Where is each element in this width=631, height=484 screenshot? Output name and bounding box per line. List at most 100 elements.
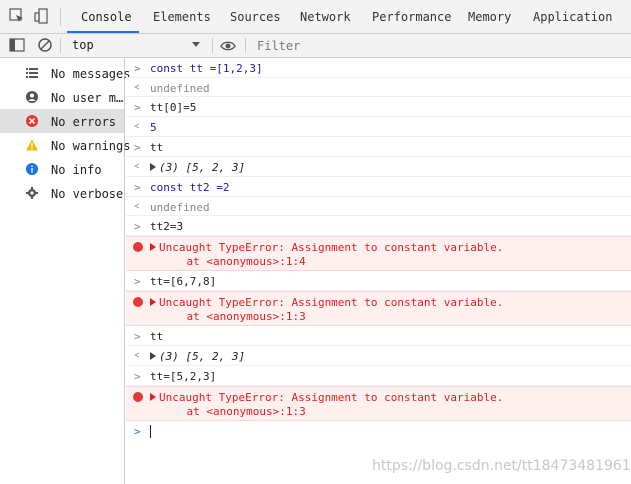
console-error-row[interactable]: Uncaught TypeError: Assignment to consta… xyxy=(126,236,631,271)
sidebar-item-verbose[interactable]: No verbose xyxy=(0,181,124,205)
input-chevron-icon: > xyxy=(134,101,141,114)
gear-icon xyxy=(26,187,38,199)
console-result-row: undefined xyxy=(126,197,631,216)
context-label: top xyxy=(72,38,94,52)
context-selector[interactable]: top xyxy=(64,36,206,54)
list-icon xyxy=(26,68,38,78)
tab-application[interactable]: Application xyxy=(533,10,612,24)
console-output[interactable]: > const tt =[1,2,3] undefined > tt[0]=5 … xyxy=(126,58,631,484)
input-chevron-icon: > xyxy=(134,181,141,194)
tab-separator xyxy=(60,8,61,26)
prompt-chevron-icon: > xyxy=(134,425,141,438)
sidebar-item-label: No warnings xyxy=(51,139,131,153)
tab-elements[interactable]: Elements xyxy=(153,10,211,24)
input-chevron-icon: > xyxy=(134,370,141,383)
warning-icon xyxy=(26,139,38,151)
clear-console-icon[interactable] xyxy=(37,37,53,53)
console-result-text: undefined xyxy=(150,82,210,95)
console-input-row: > const tt =[1,2,3] xyxy=(126,58,631,78)
toolbar-separator xyxy=(245,38,246,53)
error-location[interactable]: at <anonymous>:1:3 xyxy=(160,405,305,418)
sidebar-item-label: No errors xyxy=(51,115,117,129)
console-input-text: tt2=3 xyxy=(150,220,184,233)
console-input-row: > tt[0]=5 xyxy=(126,97,631,117)
console-toolbar: top Filter xyxy=(0,34,631,58)
text-cursor xyxy=(150,425,151,438)
error-icon xyxy=(133,392,143,402)
toolbar-separator xyxy=(60,38,61,53)
filter-input[interactable]: Filter xyxy=(250,37,620,54)
result-arrow-icon xyxy=(133,84,140,90)
tab-console[interactable]: Console xyxy=(81,10,132,24)
error-location[interactable]: at <anonymous>:1:4 xyxy=(160,255,305,268)
expand-triangle-icon[interactable] xyxy=(150,298,156,306)
console-input-text: tt xyxy=(150,330,164,343)
eye-icon[interactable] xyxy=(220,38,236,54)
sidebar-toggle-icon[interactable] xyxy=(9,37,25,53)
error-location[interactable]: at <anonymous>:1:3 xyxy=(160,310,305,323)
error-message[interactable]: Uncaught TypeError: Assignment to consta… xyxy=(150,241,503,254)
console-error-row[interactable]: Uncaught TypeError: Assignment to consta… xyxy=(126,386,631,421)
tab-sources[interactable]: Sources xyxy=(230,10,281,24)
console-error-row[interactable]: Uncaught TypeError: Assignment to consta… xyxy=(126,291,631,326)
console-input-row: > tt xyxy=(126,326,631,346)
input-chevron-icon: > xyxy=(134,62,141,75)
result-arrow-icon xyxy=(133,163,140,169)
console-input-text: const tt2 =2 xyxy=(150,181,230,194)
console-result-row: undefined xyxy=(126,78,631,97)
console-result-text: 5 xyxy=(150,121,157,134)
expand-triangle-icon[interactable] xyxy=(150,393,156,401)
console-result-text: undefined xyxy=(150,201,210,214)
sidebar-item-label: No messages xyxy=(51,67,131,81)
expand-triangle-icon[interactable] xyxy=(150,352,156,360)
console-result-row[interactable]: (3) [5, 2, 3] xyxy=(126,157,631,177)
console-input-text: tt[0]=5 xyxy=(150,101,197,114)
input-chevron-icon: > xyxy=(134,275,141,288)
device-toolbar-icon[interactable] xyxy=(34,8,50,24)
sidebar-item-label: No user m… xyxy=(51,91,124,105)
active-tab-indicator xyxy=(67,31,139,33)
console-input-row: > tt=[5,2,3] xyxy=(126,366,631,386)
error-text: Uncaught TypeError: Assignment to consta… xyxy=(159,241,504,254)
error-icon xyxy=(133,242,143,252)
console-input-text: const tt =[1,2,3] xyxy=(150,62,263,75)
array-preview: (3) [5, 2, 3] xyxy=(159,161,246,174)
console-prompt[interactable]: > xyxy=(126,421,631,443)
sidebar-item-label: No verbose xyxy=(51,187,124,201)
sidebar-item-warnings[interactable]: No warnings xyxy=(0,133,130,157)
result-arrow-icon xyxy=(133,123,140,129)
devtools-tabbar: Console Elements Sources Network Perform… xyxy=(0,0,631,34)
chevron-down-icon xyxy=(192,42,200,47)
array-preview: (3) [5, 2, 3] xyxy=(159,350,246,363)
sidebar-item-errors[interactable]: No errors xyxy=(0,109,124,133)
console-result-text[interactable]: (3) [5, 2, 3] xyxy=(150,350,245,363)
console-input-row: > tt xyxy=(126,137,631,157)
result-arrow-icon xyxy=(133,203,140,209)
tab-memory[interactable]: Memory xyxy=(468,10,511,24)
error-message[interactable]: Uncaught TypeError: Assignment to consta… xyxy=(150,296,503,309)
tab-network[interactable]: Network xyxy=(300,10,351,24)
error-icon xyxy=(26,115,38,127)
sidebar-item-label: No info xyxy=(51,163,102,177)
expand-triangle-icon[interactable] xyxy=(150,243,156,251)
console-result-text[interactable]: (3) [5, 2, 3] xyxy=(150,161,245,174)
tab-performance[interactable]: Performance xyxy=(372,10,451,24)
console-input-row: > tt2=3 xyxy=(126,216,631,236)
sidebar-item-user-messages[interactable]: No user m… xyxy=(0,85,124,109)
input-chevron-icon: > xyxy=(134,220,141,233)
console-result-row[interactable]: (3) [5, 2, 3] xyxy=(126,346,631,366)
error-message[interactable]: Uncaught TypeError: Assignment to consta… xyxy=(150,391,503,404)
sidebar-item-info[interactable]: No info xyxy=(0,157,124,181)
expand-triangle-icon[interactable] xyxy=(150,163,156,171)
console-input-row: > tt=[6,7,8] xyxy=(126,271,631,291)
error-text: Uncaught TypeError: Assignment to consta… xyxy=(159,296,504,309)
console-input-text: tt=[5,2,3] xyxy=(150,370,217,383)
result-arrow-icon xyxy=(133,352,140,358)
filter-placeholder: Filter xyxy=(257,39,301,53)
inspect-element-icon[interactable] xyxy=(9,8,25,24)
sidebar-item-messages[interactable]: No messages xyxy=(0,61,130,85)
input-chevron-icon: > xyxy=(134,330,141,343)
input-chevron-icon: > xyxy=(134,141,141,154)
console-input-text: tt xyxy=(150,141,164,154)
error-text: Uncaught TypeError: Assignment to consta… xyxy=(159,391,504,404)
